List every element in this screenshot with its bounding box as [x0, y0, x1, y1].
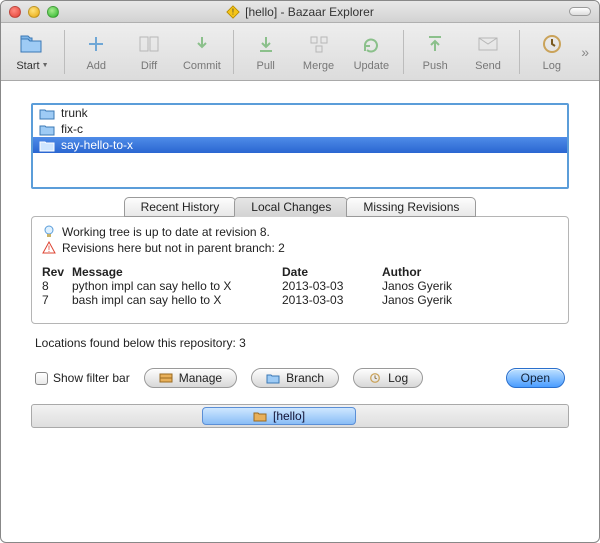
commit-button[interactable]: Commit: [176, 32, 227, 72]
tab-bar: Recent History Local Changes Missing Rev…: [31, 197, 569, 217]
push-icon: [421, 32, 449, 56]
log-toolbar-button[interactable]: Log: [526, 32, 577, 72]
checkbox-box[interactable]: [35, 372, 48, 385]
breadcrumb-bar: [hello]: [31, 404, 569, 428]
cell-rev: 7: [42, 293, 72, 307]
branch-label: fix-c: [61, 122, 83, 136]
chevron-down-icon: ▼: [42, 62, 49, 69]
branch-item-trunk[interactable]: trunk: [33, 105, 567, 121]
close-window-button[interactable]: [9, 6, 21, 18]
update-button[interactable]: Update: [346, 32, 397, 72]
diff-icon: [135, 32, 163, 56]
tab-missing-revisions[interactable]: Missing Revisions: [346, 197, 476, 217]
lightbulb-icon: [42, 225, 56, 239]
status-missing: ! Revisions here but not in parent branc…: [42, 241, 558, 255]
locations-summary: Locations found below this repository: 3: [35, 336, 565, 350]
main-toolbar: Start▼ Add Diff Commit Pull Merge Update…: [1, 23, 599, 81]
window-title: ! [hello] - Bazaar Explorer: [1, 5, 599, 19]
col-header-date: Date: [282, 265, 382, 279]
branch-item-say-hello-to-x[interactable]: say-hello-to-x: [33, 137, 567, 153]
zoom-window-button[interactable]: [47, 6, 59, 18]
show-filter-checkbox[interactable]: Show filter bar: [35, 371, 130, 385]
breadcrumb-hello[interactable]: [hello]: [202, 407, 356, 425]
manage-button[interactable]: Manage: [144, 368, 237, 388]
add-button[interactable]: Add: [71, 32, 122, 72]
branch-item-fix-c[interactable]: fix-c: [33, 121, 567, 137]
folder-icon: [266, 372, 280, 384]
push-button[interactable]: Push: [410, 32, 461, 72]
open-button[interactable]: Open: [506, 368, 565, 388]
clock-icon: [538, 32, 566, 56]
svg-text:!: !: [48, 244, 51, 254]
main-content: trunk fix-c say-hello-to-x Recent Histor…: [1, 81, 599, 436]
cell-message: bash impl can say hello to X: [72, 293, 282, 307]
commit-icon: [188, 32, 216, 56]
diff-button[interactable]: Diff: [124, 32, 175, 72]
cell-rev: 8: [42, 279, 72, 293]
revision-table: Rev Message Date Author 8 python impl ca…: [42, 265, 558, 307]
toolbar-toggle-button[interactable]: [569, 7, 591, 16]
col-header-message: Message: [72, 265, 282, 279]
col-header-author: Author: [382, 265, 558, 279]
tab-recent-history[interactable]: Recent History: [124, 197, 237, 217]
folder-open-icon: [18, 32, 46, 56]
checkbox-label: Show filter bar: [53, 371, 130, 385]
traffic-lights: [9, 6, 59, 18]
merge-button[interactable]: Merge: [293, 32, 344, 72]
pull-icon: [252, 32, 280, 56]
app-icon: !: [226, 5, 240, 19]
cell-author: Janos Gyerik: [382, 293, 558, 307]
status-uptodate: Working tree is up to date at revision 8…: [42, 225, 558, 239]
branch-label: say-hello-to-x: [61, 138, 133, 152]
minimize-window-button[interactable]: [28, 6, 40, 18]
cell-date: 2013-03-03: [282, 279, 382, 293]
toolbar-separator: [233, 30, 234, 74]
branch-button[interactable]: Branch: [251, 368, 339, 388]
folder-icon: [39, 107, 55, 120]
plus-icon: [82, 32, 110, 56]
cell-message: python impl can say hello to X: [72, 279, 282, 293]
tab-local-changes[interactable]: Local Changes: [234, 197, 348, 217]
update-icon: [357, 32, 385, 56]
log-button[interactable]: Log: [353, 368, 423, 388]
branch-label: trunk: [61, 106, 88, 120]
table-row[interactable]: 8 python impl can say hello to X 2013-03…: [42, 279, 558, 293]
send-button[interactable]: Send: [463, 32, 514, 72]
folder-icon: [39, 123, 55, 136]
pull-button[interactable]: Pull: [240, 32, 291, 72]
table-header: Rev Message Date Author: [42, 265, 558, 279]
bottom-button-row: Show filter bar Manage Branch Log Open: [31, 368, 569, 388]
cell-date: 2013-03-03: [282, 293, 382, 307]
table-row[interactable]: 7 bash impl can say hello to X 2013-03-0…: [42, 293, 558, 307]
clock-icon: [368, 372, 382, 384]
merge-icon: [305, 32, 333, 56]
folder-open-icon: [253, 410, 267, 422]
branch-list[interactable]: trunk fix-c say-hello-to-x: [31, 103, 569, 189]
svg-text:!: !: [232, 7, 234, 16]
send-icon: [474, 32, 502, 56]
toolbar-overflow[interactable]: »: [581, 44, 593, 60]
local-changes-panel: Working tree is up to date at revision 8…: [31, 216, 569, 324]
cell-author: Janos Gyerik: [382, 279, 558, 293]
start-button[interactable]: Start▼: [7, 32, 58, 72]
toolbar-separator: [403, 30, 404, 74]
toolbar-separator: [64, 30, 65, 74]
toolbar-separator: [519, 30, 520, 74]
window-titlebar: ! [hello] - Bazaar Explorer: [1, 1, 599, 23]
col-header-rev: Rev: [42, 265, 72, 279]
folder-icon: [39, 139, 55, 152]
drawer-icon: [159, 372, 173, 384]
warning-icon: !: [42, 241, 56, 255]
